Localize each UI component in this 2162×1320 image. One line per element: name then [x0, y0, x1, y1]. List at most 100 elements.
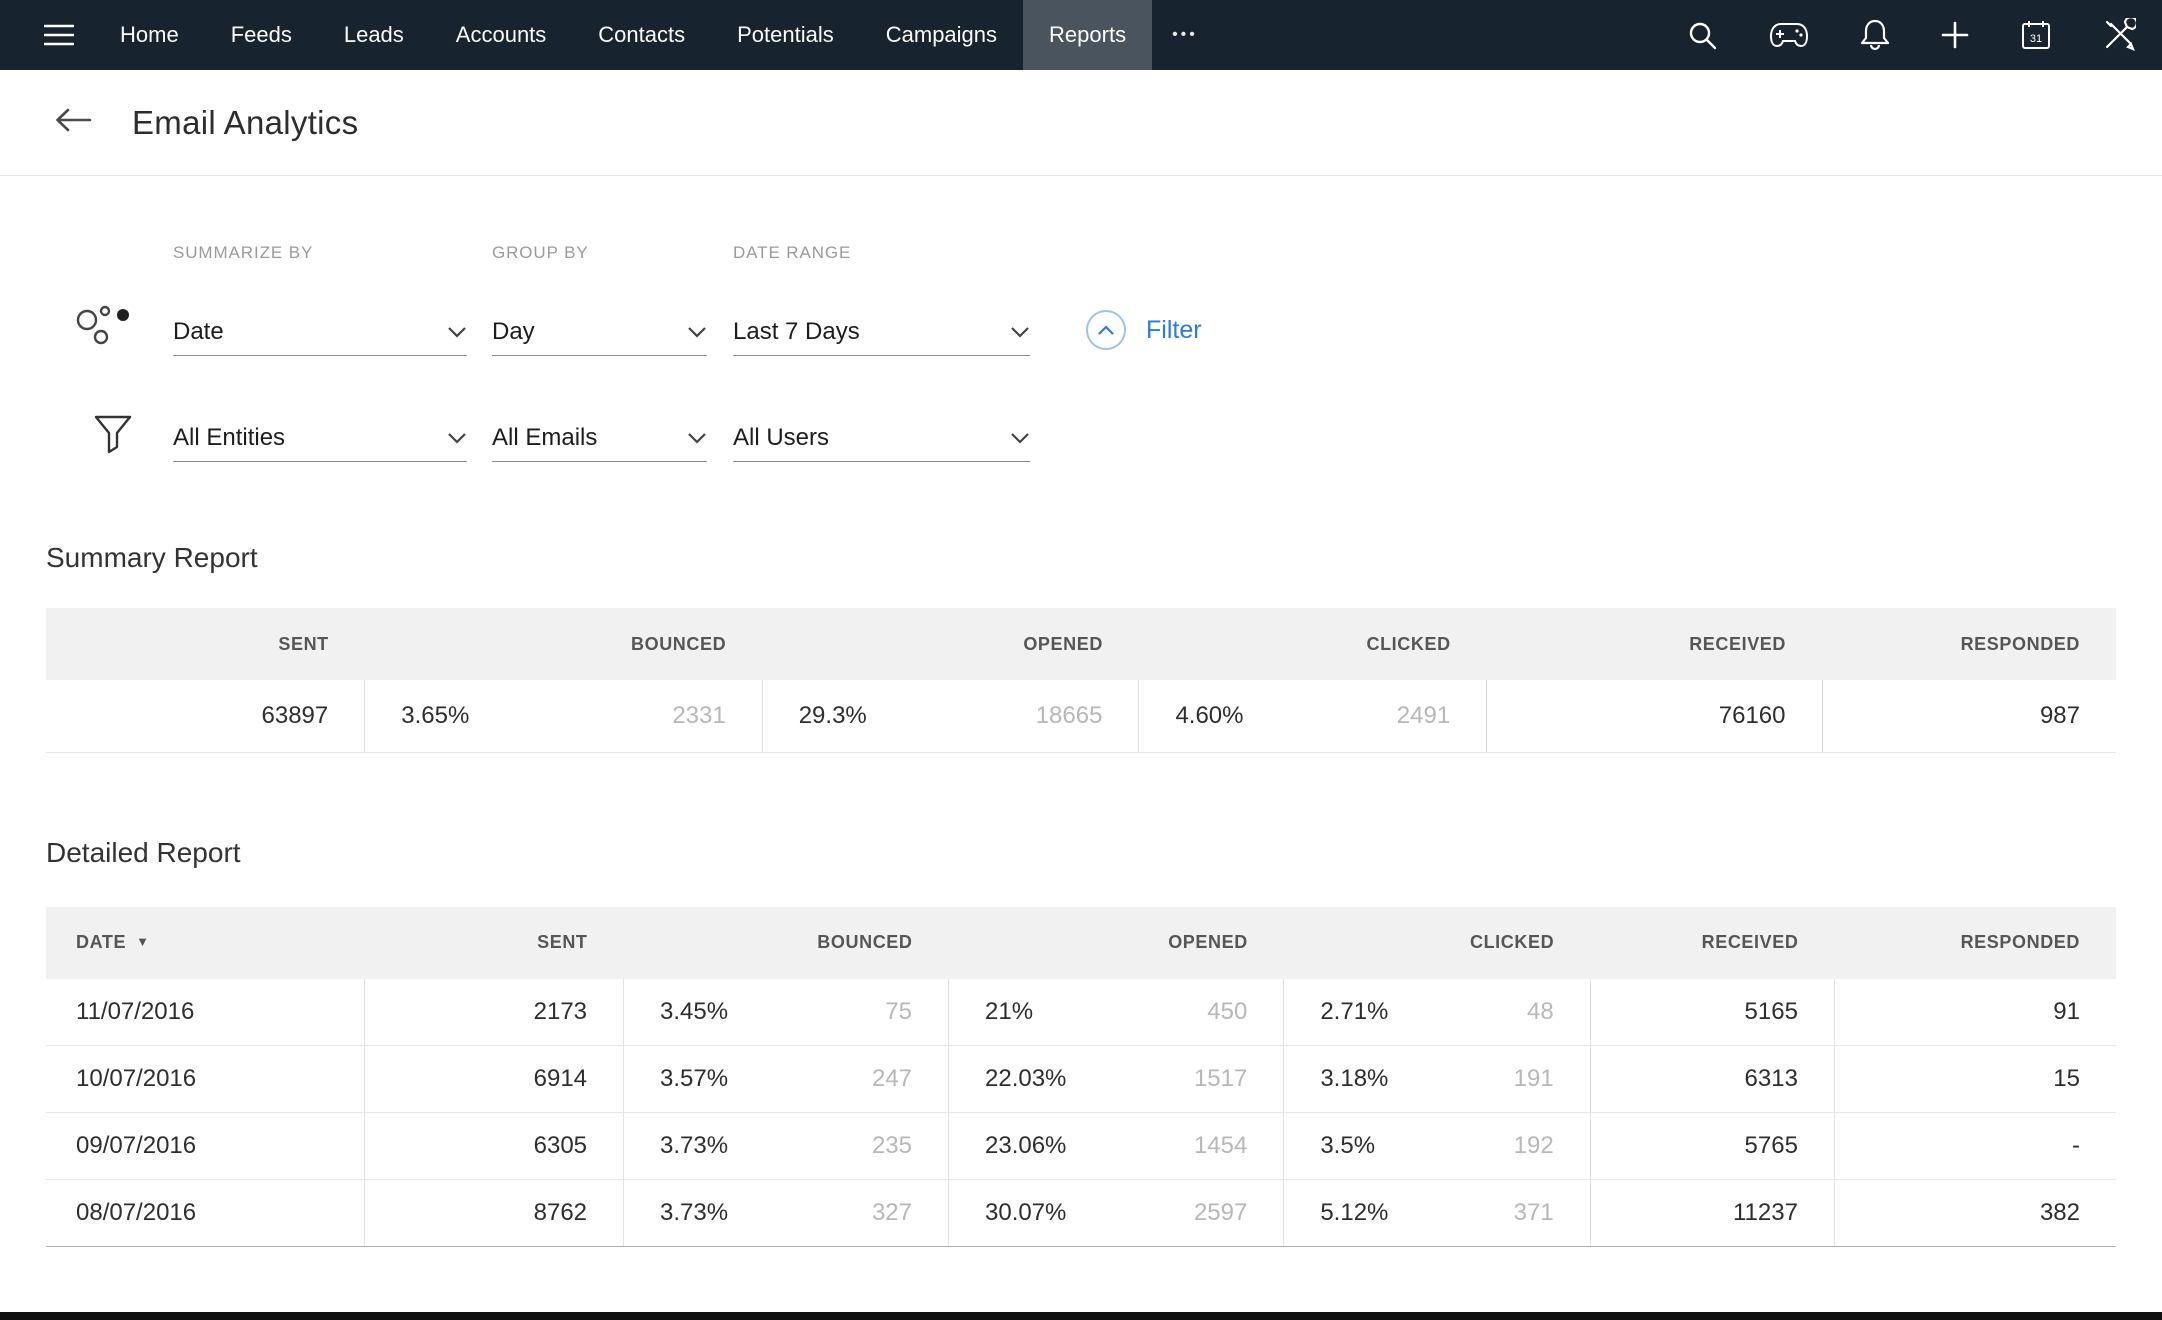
summary-report-title: Summary Report: [46, 542, 2162, 574]
percent-value: 2.71%: [1320, 998, 1388, 1026]
opened-cell: 22.03% 1517: [949, 1046, 1284, 1113]
count-value: 2331: [672, 702, 725, 730]
percent-value: 3.57%: [660, 1065, 728, 1093]
sent-cell: 2173: [365, 979, 624, 1046]
percent-value: 21%: [985, 998, 1033, 1026]
percent-value: 22.03%: [985, 1065, 1066, 1093]
chevron-down-icon: [1010, 326, 1030, 338]
column-header-bounced: BOUNCED: [365, 608, 762, 680]
count-value: 18665: [1036, 702, 1103, 730]
column-header-clicked[interactable]: CLICKED: [1284, 907, 1590, 979]
column-header-received[interactable]: RECEIVED: [1590, 907, 1834, 979]
group-by-label: GROUP BY: [492, 243, 589, 263]
nav-item-leads[interactable]: Leads: [318, 0, 430, 70]
top-navigation: Home Feeds Leads Accounts Contacts Poten…: [0, 0, 2162, 70]
calendar-icon[interactable]: 31: [2020, 19, 2052, 51]
search-icon[interactable]: [1686, 19, 1718, 51]
count-value: 235: [872, 1132, 912, 1160]
gamepad-icon[interactable]: [1768, 21, 1810, 49]
table-row: 08/07/201687623.73%32730.07%25975.12%371…: [46, 1180, 2116, 1247]
responded-cell: -: [1834, 1113, 2116, 1180]
nav-item-feeds[interactable]: Feeds: [205, 0, 318, 70]
summarize-by-dropdown[interactable]: Date: [173, 308, 467, 356]
opened-value: 29.3% 18665: [762, 680, 1139, 752]
window-bottom-edge: [0, 1312, 2162, 1320]
bounced-cell: 3.73%327: [624, 1180, 949, 1247]
date-cell: 10/07/2016: [46, 1046, 365, 1113]
column-header-received: RECEIVED: [1487, 608, 1822, 680]
bell-icon[interactable]: [1860, 18, 1890, 52]
percent-value: 3.73%: [660, 1132, 728, 1160]
count-value: 247: [872, 1065, 912, 1093]
emails-dropdown[interactable]: All Emails: [492, 414, 707, 462]
sent-cell: 6305: [365, 1113, 624, 1180]
column-header-label: DATE: [76, 932, 126, 952]
column-header-sent: SENT: [46, 608, 365, 680]
sent-cell: 6914: [365, 1046, 624, 1113]
chevron-down-icon: [687, 432, 707, 444]
column-header-bounced[interactable]: BOUNCED: [624, 907, 949, 979]
column-header-clicked: CLICKED: [1139, 608, 1487, 680]
nav-item-accounts[interactable]: Accounts: [430, 0, 573, 70]
responded-cell: 91: [1834, 979, 2116, 1046]
hamburger-menu-icon[interactable]: [0, 0, 94, 70]
date-cell: 08/07/2016: [46, 1180, 365, 1247]
summary-header-row: SENT BOUNCED OPENED CLICKED RECEIVED RES…: [46, 608, 2116, 680]
page-header: Email Analytics: [0, 70, 2162, 176]
bounced-cell: 3.45%75: [624, 979, 949, 1046]
svg-text:31: 31: [2030, 33, 2042, 45]
clicked-cell: 3.5%192: [1284, 1113, 1590, 1180]
plus-icon[interactable]: [1940, 20, 1970, 50]
chevron-down-icon: [687, 326, 707, 338]
group-by-dropdown[interactable]: Day: [492, 308, 707, 356]
summary-table: SENT BOUNCED OPENED CLICKED RECEIVED RES…: [46, 608, 2116, 753]
responded-cell: 15: [1834, 1046, 2116, 1113]
summarize-by-label: SUMMARIZE BY: [173, 243, 313, 263]
clicked-cell: 5.12% 371: [1284, 1180, 1590, 1247]
table-row: 09/07/201663053.73%23523.06%14543.5%1925…: [46, 1113, 2116, 1180]
date-range-dropdown[interactable]: Last 7 Days: [733, 308, 1030, 356]
count-value: 192: [1514, 1132, 1554, 1160]
opened-cell: 21% 450: [949, 979, 1284, 1046]
column-header-date[interactable]: DATE▼: [46, 907, 365, 979]
table-row: 10/07/201669143.57%24722.03%15173.18%191…: [46, 1046, 2116, 1113]
detailed-table: DATE▼ SENT BOUNCED OPENED CLICKED RECEIV…: [46, 907, 2116, 1248]
count-value: 1517: [1194, 1065, 1247, 1093]
page-title: Email Analytics: [132, 104, 358, 142]
back-arrow-button[interactable]: [52, 106, 94, 139]
filter-collapse-button[interactable]: [1086, 310, 1126, 350]
percent-value: 3.18%: [1320, 1065, 1388, 1093]
clicked-value: 4.60% 2491: [1139, 680, 1487, 752]
bounced-cell: 3.57% 247: [624, 1046, 949, 1113]
nav-item-potentials[interactable]: Potentials: [711, 0, 860, 70]
chevron-down-icon: [447, 432, 467, 444]
dropdown-value: Day: [492, 318, 535, 346]
column-header-opened[interactable]: OPENED: [949, 907, 1284, 979]
nav-item-home[interactable]: Home: [94, 0, 205, 70]
count-value: 450: [1207, 998, 1247, 1026]
percent-value: 5.12%: [1320, 1199, 1388, 1227]
nav-item-contacts[interactable]: Contacts: [572, 0, 711, 70]
count-value: 2491: [1397, 702, 1450, 730]
nav-more-button[interactable]: •••: [1152, 0, 1218, 70]
tools-icon[interactable]: [2102, 18, 2136, 52]
clicked-cell: 2.71% 48: [1284, 979, 1590, 1046]
column-header-opened: OPENED: [762, 608, 1139, 680]
column-header-responded[interactable]: RESPONDED: [1834, 907, 2116, 979]
users-dropdown[interactable]: All Users: [733, 414, 1030, 462]
nav-item-campaigns[interactable]: Campaigns: [860, 0, 1023, 70]
count-value: 371: [1514, 1199, 1554, 1227]
count-value: 48: [1527, 998, 1554, 1026]
date-range-label: DATE RANGE: [733, 243, 851, 263]
percent-value: 3.45%: [660, 998, 728, 1026]
bounced-cell: 3.73% 235: [624, 1113, 949, 1180]
entities-dropdown[interactable]: All Entities: [173, 414, 467, 462]
column-header-sent[interactable]: SENT: [365, 907, 624, 979]
date-cell: 11/07/2016: [46, 979, 365, 1046]
funnel-filter-icon: [92, 412, 134, 461]
summary-row: 63897 3.65% 2331 29.3% 18665 4.60%: [46, 680, 2116, 752]
received-cell: 5165: [1590, 979, 1834, 1046]
filter-link[interactable]: Filter: [1146, 316, 1202, 345]
nav-item-reports[interactable]: Reports: [1023, 0, 1152, 70]
chevron-down-icon: [447, 326, 467, 338]
